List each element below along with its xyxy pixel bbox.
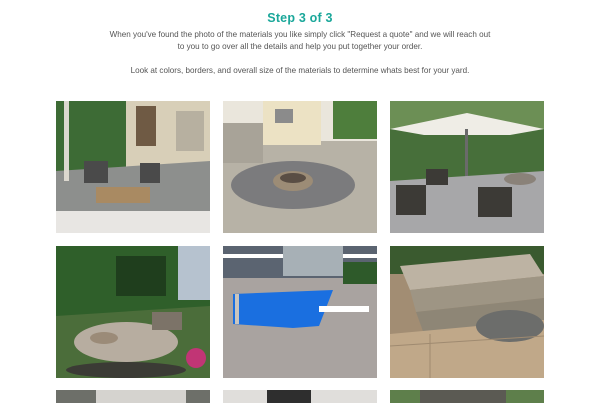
gallery-photo-patio-umbrella[interactable]: [390, 101, 544, 233]
photo-gallery: [0, 0, 600, 403]
gallery-photo-patio-couches[interactable]: [56, 101, 210, 233]
gallery-photo-garden-firepit[interactable]: [56, 246, 210, 378]
gallery-photo-row3-left[interactable]: [56, 390, 210, 403]
gallery-photo-row3-right[interactable]: [390, 390, 544, 403]
gallery-photo-pool[interactable]: [223, 246, 377, 378]
gallery-photo-row3-center[interactable]: [223, 390, 377, 403]
gallery-photo-stone-steps[interactable]: [390, 246, 544, 378]
gallery-photo-circular-patio[interactable]: [223, 101, 377, 233]
